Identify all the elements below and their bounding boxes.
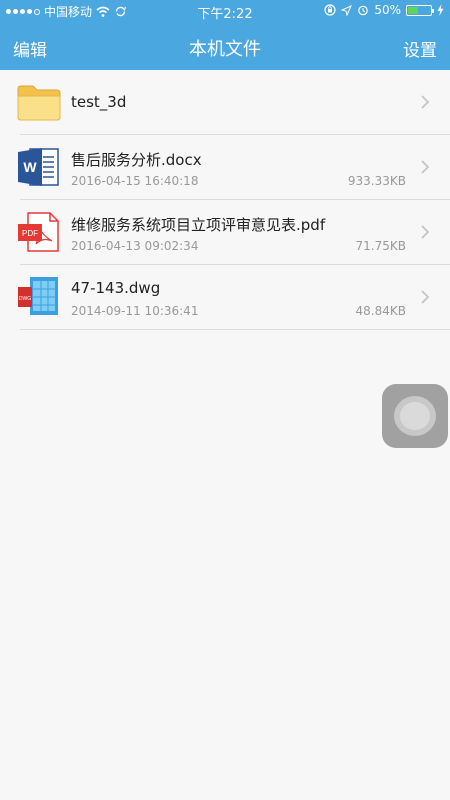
alarm-icon [358, 5, 369, 16]
navigation-bar: 编辑 本机文件 设置 [0, 28, 450, 64]
file-name: 维修服务系统项目立项评审意见表.pdf [71, 216, 326, 234]
file-size: 48.84KB [355, 304, 406, 318]
assistive-touch-icon[interactable] [382, 384, 448, 448]
file-name: test_3d [71, 93, 127, 111]
location-icon [341, 4, 353, 16]
chevron-right-icon [421, 160, 430, 174]
svg-text:DWG: DWG [19, 296, 31, 302]
page-title: 本机文件 [189, 39, 261, 60]
file-list-item[interactable]: test_3d [0, 70, 450, 135]
file-list-item[interactable]: PDF 维修服务系统项目立项评审意见表.pdf 2016-04-13 09:02… [0, 200, 450, 265]
edit-button[interactable]: 编辑 [13, 36, 47, 61]
chevron-right-icon [421, 225, 430, 239]
status-right: 50% [324, 3, 444, 17]
row-divider [20, 329, 450, 330]
dwg-icon: DWG [18, 277, 58, 315]
file-name: 47-143.dwg [71, 279, 161, 297]
chevron-right-icon [421, 95, 430, 109]
battery-fill [408, 6, 418, 14]
charging-icon [437, 4, 444, 16]
svg-text:W: W [23, 159, 37, 175]
app-header: 中国移动 下午2:22 50% 编辑 本机文件 设置 [0, 0, 450, 70]
svg-text:PDF: PDF [22, 229, 38, 238]
folder-icon [17, 85, 61, 121]
assistive-touch-inner-ring [400, 402, 430, 430]
rotation-lock-icon [324, 4, 336, 16]
pdf-icon: PDF [18, 212, 59, 252]
file-date: 2016-04-15 16:40:18 [71, 174, 199, 188]
file-list: test_3d W 售后服务分析.docx 2016-04-15 16:40:1… [0, 70, 450, 330]
status-bar: 中国移动 下午2:22 50% [0, 0, 450, 22]
battery-icon [406, 4, 434, 16]
file-list-item[interactable]: DWG 47-143.dwg 2014-09-11 10:36:41 48.84… [0, 265, 450, 330]
file-name: 售后服务分析.docx [71, 151, 202, 169]
file-list-item[interactable]: W 售后服务分析.docx 2016-04-15 16:40:18 933.33… [0, 135, 450, 200]
word-doc-icon: W [18, 148, 59, 186]
chevron-right-icon [421, 290, 430, 304]
settings-button[interactable]: 设置 [403, 36, 437, 61]
file-date: 2016-04-13 09:02:34 [71, 239, 199, 253]
file-date: 2014-09-11 10:36:41 [71, 304, 199, 318]
file-size: 933.33KB [347, 174, 406, 188]
file-size: 71.75KB [355, 239, 406, 253]
battery-percentage: 50% [374, 3, 401, 17]
